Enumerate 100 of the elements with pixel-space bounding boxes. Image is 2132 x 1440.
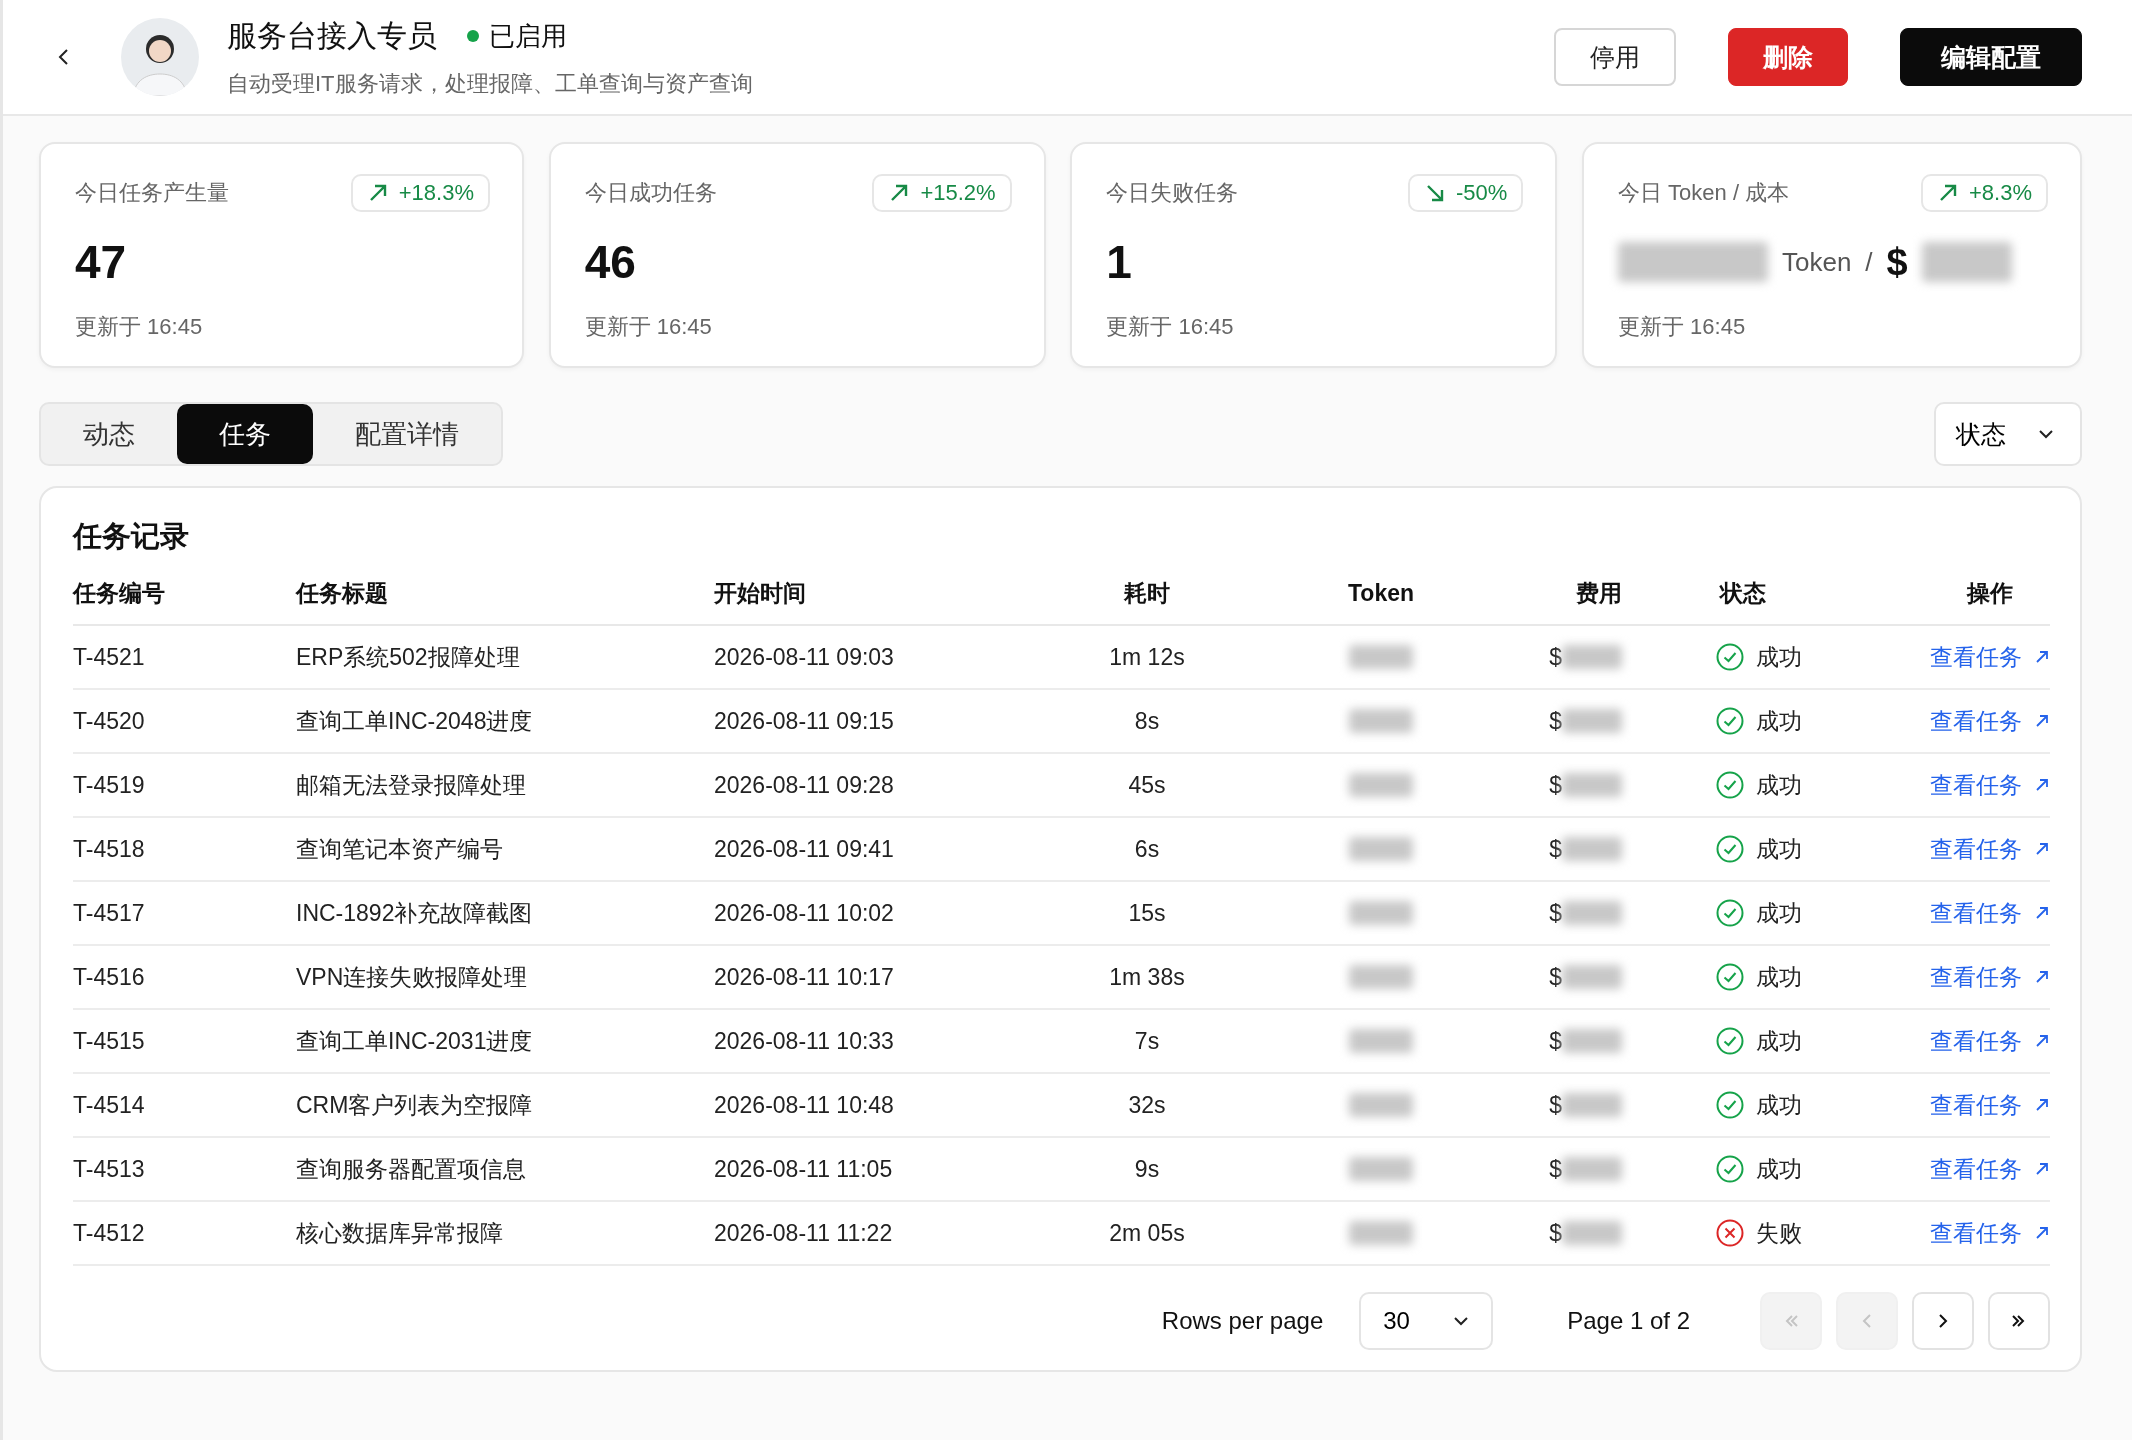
stat-label: 今日失败任务 xyxy=(1106,179,1239,207)
view-task-link[interactable]: 查看任务 xyxy=(1930,961,2072,993)
redacted-value xyxy=(1562,1093,1622,1117)
column-header: 状态 xyxy=(1718,578,1767,608)
table-cell-text: 查询工单INC-2031进度 xyxy=(296,1026,534,1056)
table-cell-text: 2026-08-11 09:28 xyxy=(714,771,895,799)
view-task-link[interactable]: 查看任务 xyxy=(1930,897,2072,929)
check-circle-icon xyxy=(1716,1027,1744,1055)
external-arrow-icon xyxy=(2034,777,2050,793)
tab[interactable]: 动态 xyxy=(41,404,177,464)
agent-title: 服务台接入专员 xyxy=(227,17,437,54)
updated-time: 更新于 16:45 xyxy=(75,313,204,341)
table-cell-text: 9s xyxy=(1133,1155,1161,1183)
last-page-button[interactable] xyxy=(1988,1292,2050,1350)
stat-label: 今日成功任务 xyxy=(584,179,717,207)
stat-value: 1 xyxy=(1106,235,1133,289)
external-arrow-icon xyxy=(2034,1033,2050,1049)
redacted-value xyxy=(1349,773,1413,797)
redacted-value xyxy=(1562,837,1622,861)
stat-label: 今日任务产生量 xyxy=(75,179,229,207)
check-circle-icon xyxy=(1716,1155,1744,1183)
table-cell: $ xyxy=(1549,835,1562,863)
table-cell: $ xyxy=(1549,707,1562,735)
external-arrow-icon xyxy=(2034,649,2050,665)
table-cell-text: 1m 12s xyxy=(1108,643,1186,671)
table-cell-text: 7s xyxy=(1133,1027,1161,1055)
updated-time: 更新于 16:45 xyxy=(584,313,713,341)
table-cell: $ xyxy=(1549,899,1562,927)
status-text: 成功 xyxy=(1756,642,1802,672)
trend-badge: -50% xyxy=(1407,174,1524,212)
rows-per-page-select[interactable]: 30 xyxy=(1359,1292,1494,1350)
redacted-value xyxy=(1562,645,1622,669)
table-cell-text: T-4514 xyxy=(73,1091,146,1119)
table-cell-text: 2m 05s xyxy=(1108,1219,1186,1247)
table-cell-text: INC-1892补充故障截图 xyxy=(296,898,534,928)
column-header: 任务标题 xyxy=(296,578,389,608)
table-cell: $ xyxy=(1549,771,1562,799)
external-arrow-icon xyxy=(2034,905,2050,921)
check-circle-icon xyxy=(1716,963,1744,991)
table-cell-text: 核心数据库异常报障 xyxy=(296,1218,504,1248)
status-filter[interactable]: 状态 xyxy=(1934,402,2082,466)
redacted-value xyxy=(1349,1221,1413,1245)
redacted-value xyxy=(1349,1093,1413,1117)
status-text: 成功 xyxy=(1756,706,1802,736)
table-cell: $ xyxy=(1549,1027,1562,1055)
redacted-value xyxy=(1562,1157,1622,1181)
table-cell-text: 32s xyxy=(1127,1091,1167,1119)
table-cell-text: T-4520 xyxy=(73,707,146,735)
table-cell: $ xyxy=(1549,963,1562,991)
external-arrow-icon xyxy=(2034,1225,2050,1241)
stat-label: 今日 Token / 成本 xyxy=(1617,179,1790,207)
check-circle-icon xyxy=(1716,707,1744,735)
disable-button[interactable]: 停用 xyxy=(1554,28,1676,86)
delete-button[interactable]: 删除 xyxy=(1728,28,1848,86)
check-circle-icon xyxy=(1716,835,1744,863)
status-text: 成功 xyxy=(1756,1026,1802,1056)
trend-badge: +8.3% xyxy=(1920,174,2048,212)
check-circle-icon xyxy=(1716,643,1744,671)
view-task-link[interactable]: 查看任务 xyxy=(1930,1153,2072,1185)
view-task-link[interactable]: 查看任务 xyxy=(1930,1025,2072,1057)
column-header: 任务编号 xyxy=(73,578,166,608)
table-cell-text: 查询服务器配置项信息 xyxy=(296,1154,527,1184)
tab[interactable]: 任务 xyxy=(177,404,313,464)
agent-description: 自动受理IT服务请求，处理报障、工单查询与资产查询 xyxy=(227,69,754,98)
table-cell-text: 2026-08-11 11:05 xyxy=(714,1155,894,1183)
view-task-link[interactable]: 查看任务 xyxy=(1930,769,2072,801)
table-cell-text: T-4512 xyxy=(73,1219,146,1247)
check-circle-icon xyxy=(1716,1091,1744,1119)
table-cell-text: 2026-08-11 11:22 xyxy=(714,1219,894,1247)
table-cell-text: ERP系统502报障处理 xyxy=(296,642,521,672)
table-cell-text: 2026-08-11 09:41 xyxy=(714,835,895,863)
view-task-link[interactable]: 查看任务 xyxy=(1930,705,2072,737)
redacted-value xyxy=(1562,965,1622,989)
external-arrow-icon xyxy=(2034,1161,2050,1177)
table-cell-text: 1m 38s xyxy=(1108,963,1186,991)
status-text: 成功 xyxy=(1756,1154,1802,1184)
external-arrow-icon xyxy=(2034,713,2050,729)
column-header: 开始时间 xyxy=(714,578,807,608)
redacted-value xyxy=(1562,1029,1622,1053)
tab[interactable]: 配置详情 xyxy=(313,404,501,464)
table-cell-text: T-4515 xyxy=(73,1027,146,1055)
view-task-link[interactable]: 查看任务 xyxy=(1930,1089,2072,1121)
column-header: Token xyxy=(1347,579,1415,607)
rows-per-page-label: Rows per page xyxy=(1161,1307,1324,1335)
view-task-link[interactable]: 查看任务 xyxy=(1930,833,2072,865)
view-task-link[interactable]: 查看任务 xyxy=(1930,641,2072,673)
edit-button[interactable]: 编辑配置 xyxy=(1900,28,2082,86)
redacted-value xyxy=(1349,965,1413,989)
redacted-value xyxy=(1562,773,1622,797)
redacted-value xyxy=(1562,1221,1622,1245)
redacted-value xyxy=(1562,709,1622,733)
column-header: 费用 xyxy=(1575,578,1623,608)
table-cell-text: 6s xyxy=(1133,835,1161,863)
next-page-button[interactable] xyxy=(1912,1292,1974,1350)
currency-sign: $ xyxy=(1886,240,1908,284)
redacted-value xyxy=(1349,1157,1413,1181)
table-cell-text: 查询笔记本资产编号 xyxy=(296,834,504,864)
view-task-link[interactable]: 查看任务 xyxy=(1930,1217,2072,1249)
table-cell: $ xyxy=(1549,1091,1562,1119)
table-cell-text: 查询工单INC-2048进度 xyxy=(296,706,534,736)
